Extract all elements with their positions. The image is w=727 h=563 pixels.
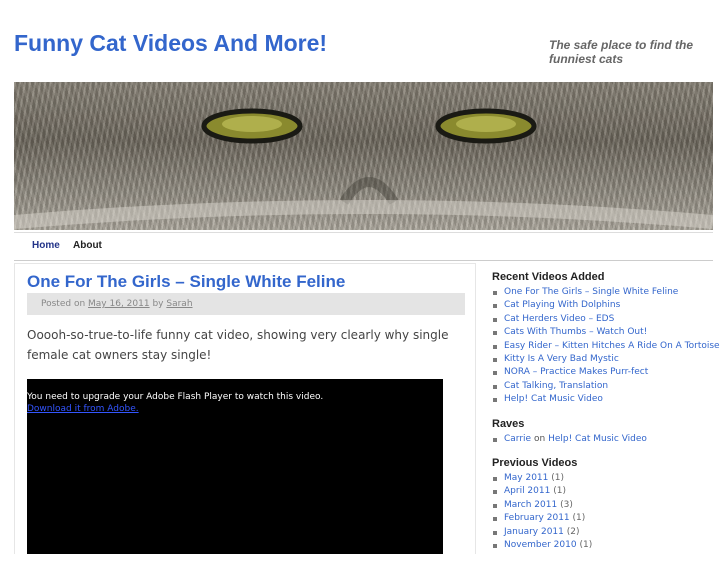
header-cat-eyes-image (14, 82, 713, 230)
archive-count: (2) (566, 526, 580, 537)
nav-home[interactable]: Home (32, 240, 60, 251)
post-content: One For The Girls – Single White Feline … (14, 263, 476, 554)
recent-video-link[interactable]: Cat Herders Video – EDS (504, 314, 614, 324)
recent-video-link[interactable]: Help! Cat Music Video (504, 394, 603, 404)
archive-count: (1) (551, 473, 564, 484)
recent-video-link[interactable]: One For The Girls – Single White Feline (504, 287, 678, 297)
recent-video-link[interactable]: Cats With Thumbs – Watch Out! (504, 327, 647, 337)
fur-highlight (14, 200, 713, 229)
archive-item: May 2011 (1) (492, 472, 722, 485)
right-cat-eye-glint (456, 116, 516, 132)
archive-item: January 2011 (2) (492, 526, 722, 539)
post-meta: Posted on May 16, 2011 by Sarah (27, 293, 465, 315)
post-meta-by: by (152, 299, 164, 309)
cat-eyes-illustration (14, 108, 713, 229)
nose-bridge-shadow (339, 177, 399, 205)
recent-video-item: Easy Rider – Kitten Hitches A Ride On A … (492, 340, 722, 353)
archive-link[interactable]: January 2011 (504, 527, 564, 537)
nav-about[interactable]: About (73, 240, 102, 251)
post-excerpt: Ooooh-so-true-to-life funny cat video, s… (27, 328, 449, 362)
archive-count: (3) (560, 499, 573, 510)
recent-videos-heading: Recent Videos Added (492, 271, 605, 283)
recent-video-link[interactable]: NORA – Practice Makes Purr-fect (504, 367, 648, 377)
main-nav: Home About (14, 232, 713, 261)
archive-count: (1) (579, 540, 593, 551)
rave-on-text: on (533, 433, 546, 444)
post-meta-prefix: Posted on (41, 299, 86, 309)
raves-list: Carrie on Help! Cat Music Video (492, 433, 722, 446)
site-title[interactable]: Funny Cat Videos And More! (14, 30, 327, 57)
flash-download-link[interactable]: Download it from Adobe. (27, 404, 139, 414)
archive-item: February 2011 (1) (492, 512, 722, 525)
rave-post-link[interactable]: Help! Cat Music Video (548, 434, 647, 444)
post-date-link[interactable]: May 16, 2011 (88, 299, 150, 309)
post-author-link[interactable]: Sarah (166, 299, 192, 309)
previous-videos-heading: Previous Videos (492, 457, 578, 470)
recent-video-link[interactable]: Cat Playing With Dolphins (504, 300, 620, 310)
post-title[interactable]: One For The Girls – Single White Feline (27, 272, 345, 292)
video-player[interactable]: You need to upgrade your Adobe Flash Pla… (27, 379, 443, 554)
archive-item: November 2010 (1) (492, 539, 722, 552)
rave-item: Carrie on Help! Cat Music Video (492, 433, 722, 446)
archive-link[interactable]: November 2010 (504, 540, 577, 550)
archive-count: (1) (553, 486, 566, 497)
recent-video-item: Cats With Thumbs – Watch Out! (492, 326, 722, 339)
flash-upgrade-message: You need to upgrade your Adobe Flash Pla… (27, 392, 324, 402)
recent-video-item: Kitty Is A Very Bad Mystic (492, 353, 722, 366)
recent-video-item: Help! Cat Music Video (492, 393, 722, 406)
raves-heading: Raves (492, 417, 525, 430)
archive-item: March 2011 (3) (492, 499, 722, 512)
archive-item: April 2011 (1) (492, 485, 722, 498)
recent-video-link[interactable]: Easy Rider – Kitten Hitches A Ride On A … (504, 341, 720, 351)
site-tagline: The safe place to find the funniest cats (549, 38, 694, 66)
recent-video-item: Cat Herders Video – EDS (492, 313, 722, 326)
archive-count: (1) (572, 513, 586, 524)
left-cat-eye-glint (222, 116, 282, 132)
rave-author-link[interactable]: Carrie (504, 434, 531, 444)
archive-link[interactable]: May 2011 (504, 473, 548, 483)
archive-link[interactable]: March 2011 (504, 500, 557, 510)
recent-video-item: Cat Talking, Translation (492, 380, 722, 393)
recent-video-item: Cat Playing With Dolphins (492, 299, 722, 312)
archives-list: May 2011 (1) April 2011 (1) March 2011 (… (492, 472, 722, 552)
recent-video-link[interactable]: Kitty Is A Very Bad Mystic (504, 354, 619, 364)
sidebar: Recent Videos Added One For The Girls – … (492, 270, 722, 563)
archive-link[interactable]: February 2011 (504, 513, 570, 523)
recent-video-item: One For The Girls – Single White Feline (492, 286, 722, 299)
recent-video-link[interactable]: Cat Talking, Translation (504, 381, 608, 391)
archive-link[interactable]: April 2011 (504, 486, 550, 496)
recent-videos-list: One For The Girls – Single White Feline … (492, 286, 722, 407)
recent-video-item: NORA – Practice Makes Purr-fect (492, 366, 722, 379)
